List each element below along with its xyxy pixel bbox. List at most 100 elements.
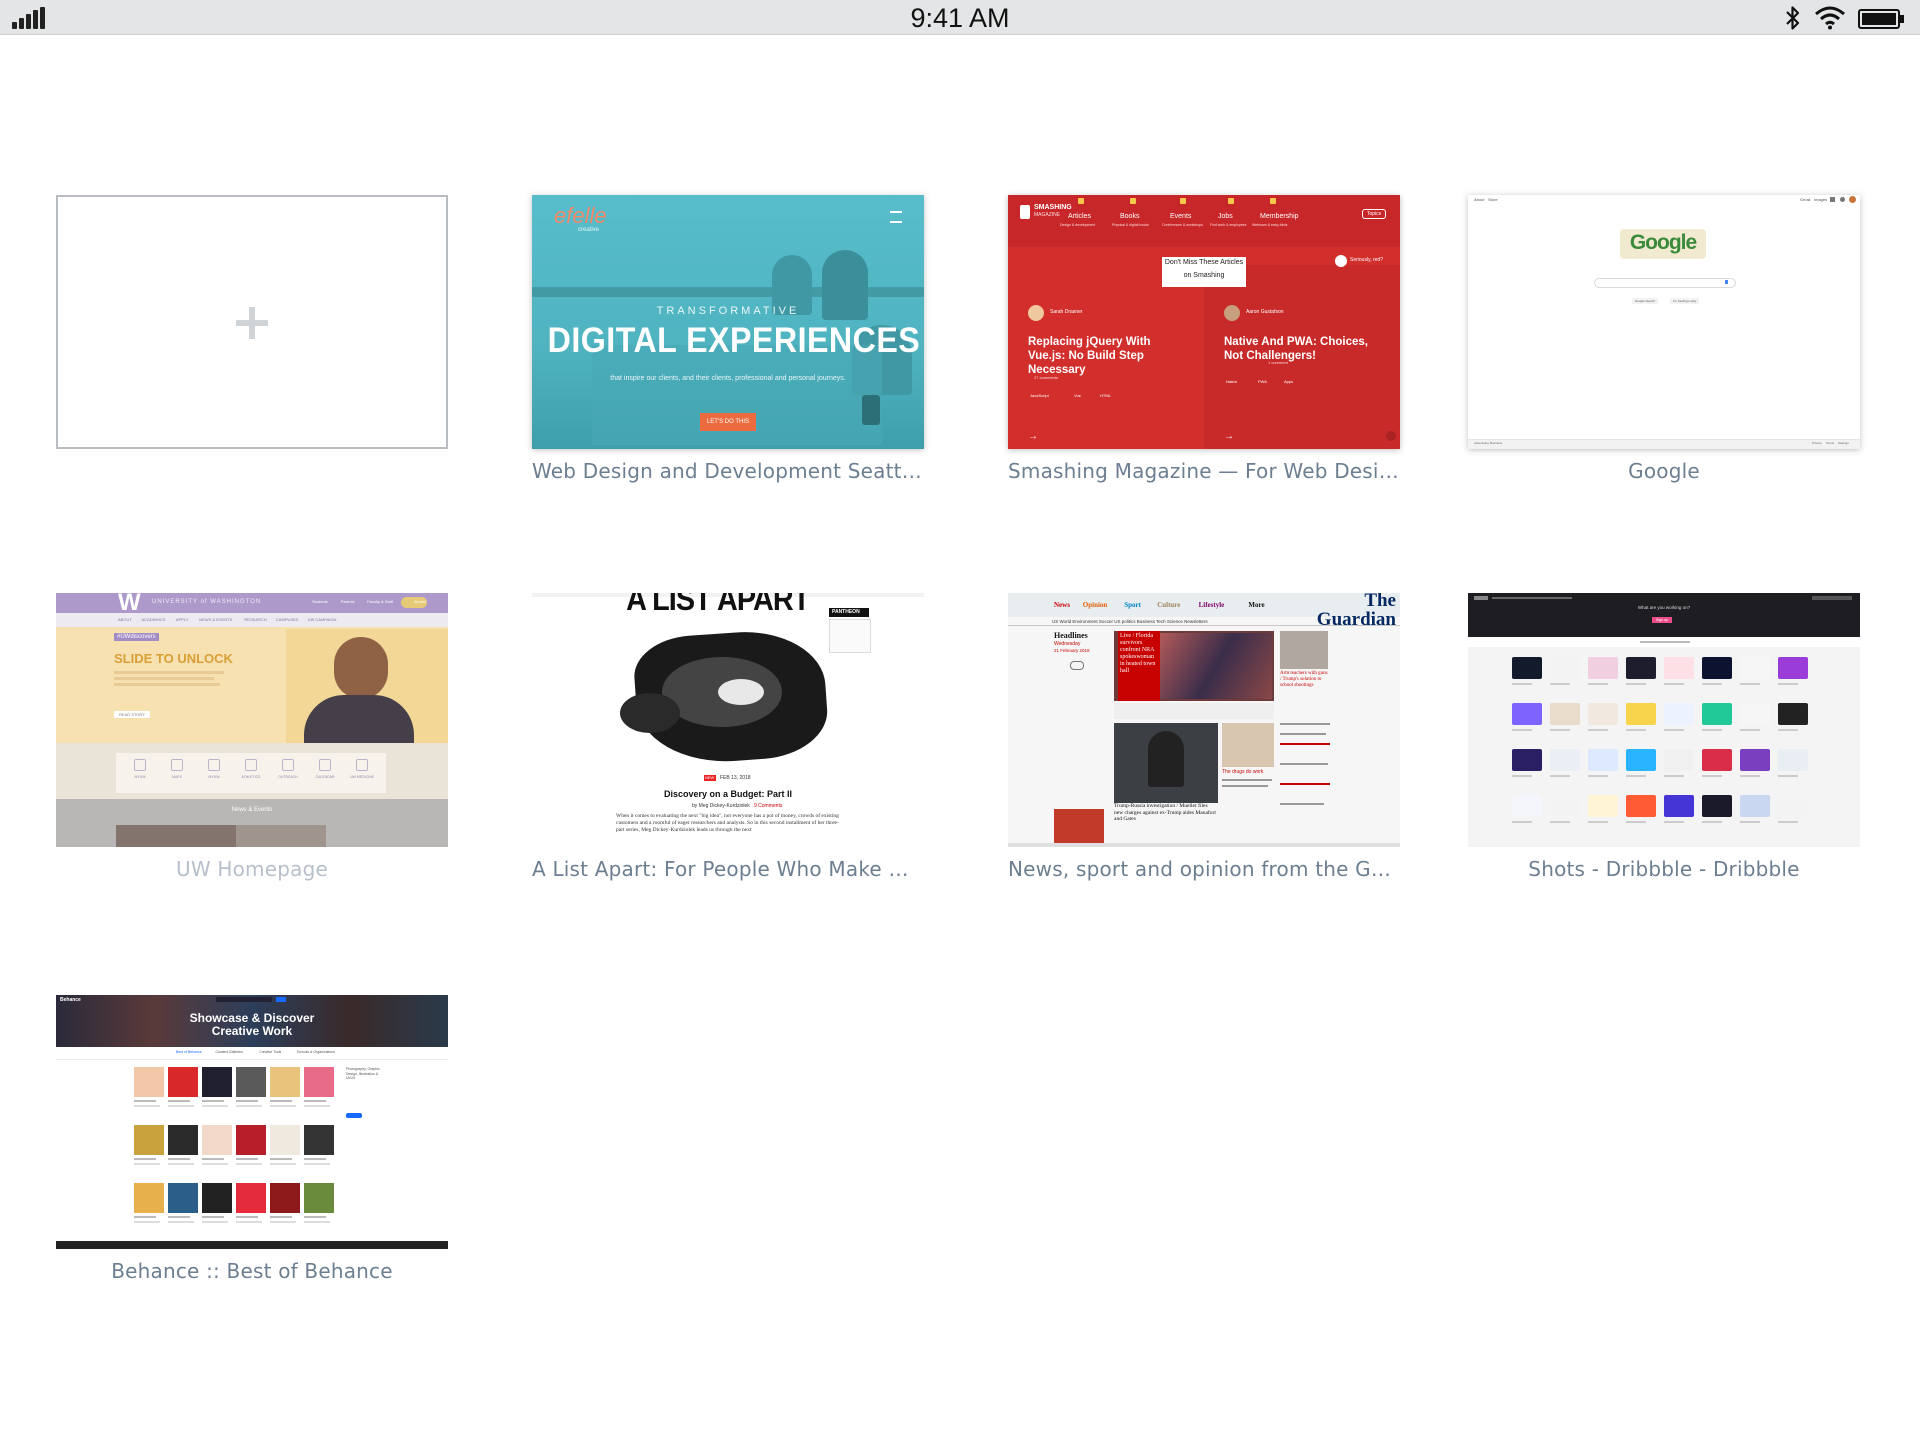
shortcut-icon[interactable] [208, 759, 220, 771]
project-thumbnail[interactable] [270, 1183, 300, 1213]
shortcut-icon[interactable] [245, 759, 257, 771]
shot-thumbnail[interactable] [1512, 703, 1542, 725]
shot-thumbnail[interactable] [1626, 657, 1656, 679]
tab[interactable]: Curated Galleries [216, 1050, 243, 1054]
nav-item[interactable]: Membership [1260, 213, 1299, 220]
project-thumbnail[interactable] [202, 1183, 232, 1213]
dribbble-thumbnail[interactable]: What are you working on? Sign up [1468, 593, 1860, 847]
tab-title[interactable]: A List Apart: For People Who Make Webs..… [532, 857, 924, 881]
smashing-thumbnail[interactable]: SMASHING MAGAZINE Topics Don't Miss Thes… [1008, 195, 1400, 449]
shortcut-icon[interactable] [171, 759, 183, 771]
nav-item[interactable]: ACADEMICS [142, 617, 166, 622]
project-thumbnail[interactable] [236, 1125, 266, 1155]
shot-thumbnail[interactable] [1512, 749, 1542, 771]
efelle-thumbnail[interactable]: efelle creative TRANSFORMATIVE DIGITAL E… [532, 195, 924, 449]
feeling-lucky-button[interactable]: I'm Feeling Lucky [1670, 298, 1700, 304]
project-thumbnail[interactable] [270, 1067, 300, 1097]
tab[interactable]: Schools & Organizations [297, 1050, 335, 1054]
nav-item[interactable]: Culture [1157, 601, 1180, 609]
shortcut-icon[interactable] [282, 759, 294, 771]
shot-thumbnail[interactable] [1550, 657, 1580, 679]
article-title[interactable]: Native And PWA: Choices, Not Challengers… [1224, 335, 1389, 363]
shortcut-icon[interactable] [356, 759, 368, 771]
nav-item[interactable]: RESEARCH [244, 617, 266, 622]
scroll-top-icon[interactable] [1386, 431, 1396, 441]
project-thumbnail[interactable] [134, 1067, 164, 1097]
shot-thumbnail[interactable] [1778, 657, 1808, 679]
nav-item[interactable]: UW CAMPAIGN [308, 617, 337, 622]
behance-thumbnail[interactable]: Behance Showcase & Discover Creative Wor… [56, 995, 448, 1249]
top-link[interactable]: Alumni [414, 599, 426, 604]
nav-item[interactable]: More [1248, 601, 1264, 609]
shortcut-icon[interactable] [134, 759, 146, 771]
project-thumbnail[interactable] [236, 1067, 266, 1097]
shot-thumbnail[interactable] [1512, 657, 1542, 679]
tab-title[interactable]: Web Design and Development Seattle : ... [532, 459, 924, 483]
shot-thumbnail[interactable] [1626, 795, 1656, 817]
shot-thumbnail[interactable] [1702, 749, 1732, 771]
apps-grid-icon[interactable] [1830, 197, 1835, 202]
shot-thumbnail[interactable] [1550, 703, 1580, 725]
shot-thumbnail[interactable] [1588, 703, 1618, 725]
project-thumbnail[interactable] [202, 1067, 232, 1097]
nav-item[interactable]: CAMPUSES [276, 617, 298, 622]
project-thumbnail[interactable] [236, 1183, 266, 1213]
nav-item[interactable]: Lifestyle [1199, 601, 1225, 609]
arrow-right-icon[interactable]: → [1224, 431, 1234, 442]
shot-thumbnail[interactable] [1664, 749, 1694, 771]
nav-item[interactable]: News [1054, 601, 1070, 609]
project-thumbnail[interactable] [304, 1125, 334, 1155]
mic-icon[interactable] [1725, 280, 1728, 284]
shot-thumbnail[interactable] [1702, 657, 1732, 679]
google-thumbnail[interactable]: About Store Gmail Images Google Google S… [1468, 195, 1860, 449]
tab[interactable]: Best of Behance [176, 1050, 202, 1054]
shot-thumbnail[interactable] [1740, 657, 1770, 679]
article-title[interactable]: Replacing jQuery With Vue.js: No Build S… [1028, 335, 1188, 377]
nav-item[interactable]: Opinion [1083, 601, 1108, 609]
nav-item[interactable]: Events [1170, 213, 1191, 220]
tab-title[interactable]: News, sport and opinion from the Guar... [1008, 857, 1400, 881]
shot-thumbnail[interactable] [1740, 749, 1770, 771]
arrow-right-icon[interactable]: → [1028, 431, 1038, 442]
nav-item[interactable]: APPLY [176, 617, 189, 622]
signup-button[interactable]: Sign up [1652, 617, 1672, 623]
shot-thumbnail[interactable] [1664, 657, 1694, 679]
alistapart-thumbnail[interactable]: A LIST APART PANTHEON NEW FEB 13, 2018 D… [532, 593, 924, 847]
project-thumbnail[interactable] [134, 1183, 164, 1213]
tab-title[interactable]: Shots - Dribbble - Dribbble [1468, 857, 1860, 881]
read-story-button[interactable]: READ STORY [114, 711, 150, 718]
tab-title[interactable]: Smashing Magazine — For Web Designe... [1008, 459, 1400, 483]
project-thumbnail[interactable] [168, 1125, 198, 1155]
tab-title[interactable]: UW Homepage [56, 857, 448, 881]
project-thumbnail[interactable] [202, 1125, 232, 1155]
new-tab-button[interactable] [56, 195, 448, 449]
shot-thumbnail[interactable] [1778, 749, 1808, 771]
shot-thumbnail[interactable] [1588, 749, 1618, 771]
shot-thumbnail[interactable] [1664, 703, 1694, 725]
uw-thumbnail[interactable]: W UNIVERSITY of WASHINGTON #UWdiscovers … [56, 593, 448, 847]
shot-thumbnail[interactable] [1702, 795, 1732, 817]
nav-item[interactable]: Jobs [1218, 213, 1233, 220]
tab[interactable]: Creative Tools [259, 1050, 281, 1054]
top-link[interactable]: Students [312, 599, 328, 604]
nav-item[interactable]: NEWS & EVENTS [199, 617, 232, 622]
project-thumbnail[interactable] [304, 1067, 334, 1097]
tab-title[interactable]: Behance :: Best of Behance [56, 1259, 448, 1283]
nav-item[interactable]: Sport [1124, 601, 1141, 609]
shot-thumbnail[interactable] [1740, 795, 1770, 817]
search-input[interactable] [1594, 278, 1736, 288]
guardian-thumbnail[interactable]: The Guardian US World Environment Soccer… [1008, 593, 1400, 847]
shot-thumbnail[interactable] [1778, 795, 1808, 817]
top-link[interactable]: Parents [341, 599, 355, 604]
follow-button[interactable] [346, 1113, 362, 1118]
project-thumbnail[interactable] [270, 1125, 300, 1155]
article-title[interactable]: Discovery on a Budget: Part II [532, 789, 924, 799]
project-thumbnail[interactable] [168, 1067, 198, 1097]
topics-button[interactable]: Topics [1362, 209, 1387, 219]
nav-item[interactable]: Articles [1068, 213, 1091, 220]
project-thumbnail[interactable] [134, 1125, 164, 1155]
project-thumbnail[interactable] [168, 1183, 198, 1213]
shot-thumbnail[interactable] [1588, 657, 1618, 679]
shot-thumbnail[interactable] [1740, 703, 1770, 725]
shot-thumbnail[interactable] [1626, 749, 1656, 771]
